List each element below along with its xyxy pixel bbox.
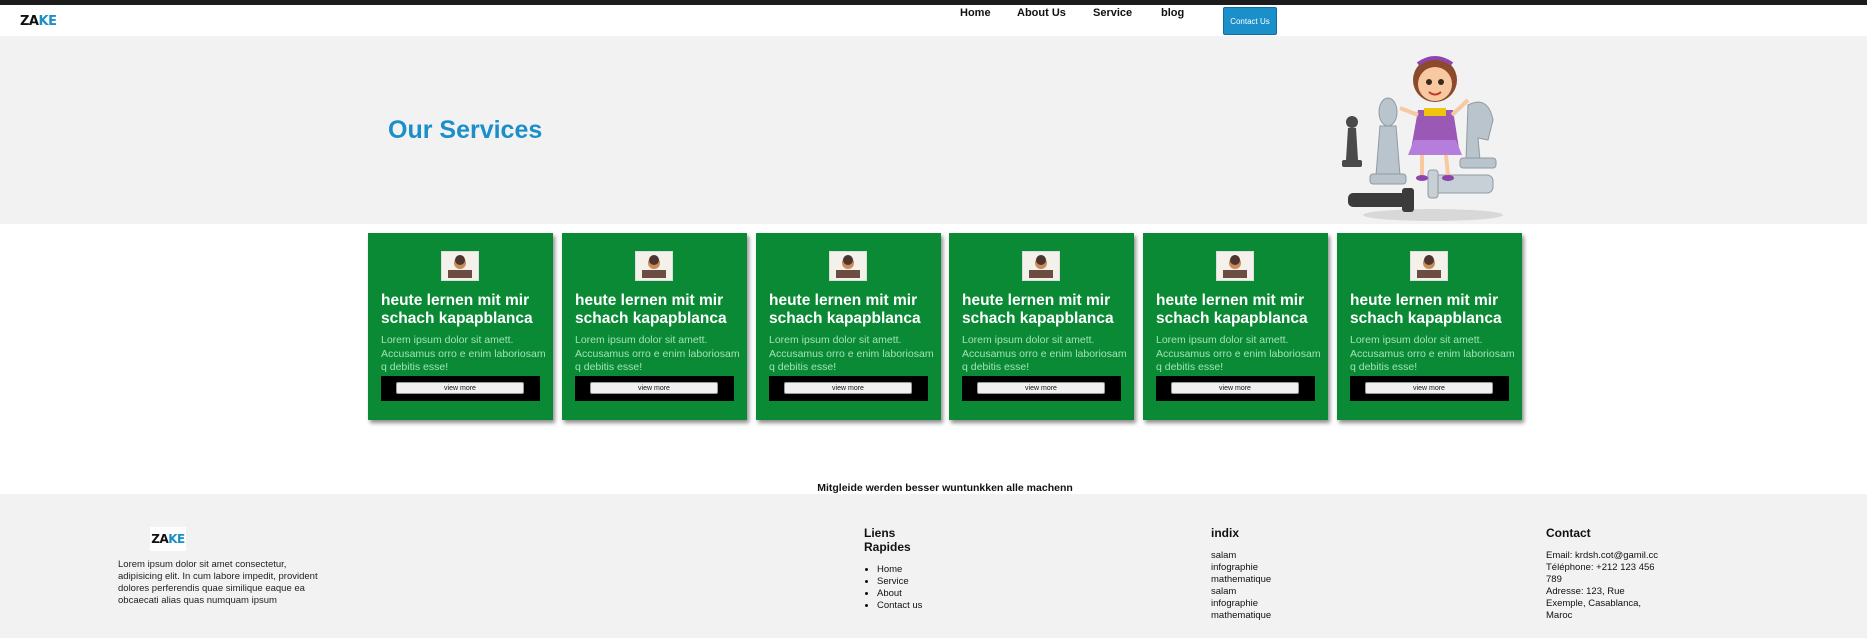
- fallen-rook-piece: [1348, 188, 1414, 212]
- service-card: heute lernen mit mir schach kapapblanca …: [1143, 233, 1328, 420]
- nav-home[interactable]: Home: [960, 7, 991, 19]
- card-button-bar: view more: [962, 376, 1121, 401]
- card-title: heute lernen mit mir schach kapapblanca: [962, 292, 1114, 327]
- card-text: Lorem ipsum dolor sit amett. Accusamus o…: [381, 334, 546, 373]
- card-button-bar: view more: [575, 376, 734, 401]
- card-thumbnail-image: [1022, 251, 1060, 281]
- fallen-king-piece: [1427, 169, 1494, 199]
- view-more-button[interactable]: view more: [1171, 382, 1299, 394]
- card-thumbnail-image: [441, 251, 479, 281]
- card-text: Lorem ipsum dolor sit amett. Accusamus o…: [1156, 334, 1321, 373]
- footer-about-text: Lorem ipsum dolor sit amet consectetur, …: [118, 559, 318, 606]
- girl-chess-illustration: [1342, 56, 1503, 221]
- footer-index-item[interactable]: salam: [1211, 550, 1271, 562]
- footer-contact-address: Adresse: 123, Rue Exemple, Casablanca, M…: [1546, 586, 1642, 621]
- card-text: Lorem ipsum dolor sit amett. Accusamus o…: [575, 334, 740, 373]
- service-card: heute lernen mit mir schach kapapblanca …: [756, 233, 941, 420]
- hero-section: Our Services: [0, 36, 1867, 224]
- card-text: Lorem ipsum dolor sit amett. Accusamus o…: [769, 334, 934, 373]
- footer-quick-links: Liens Rapides Home Service About Contact…: [864, 526, 924, 612]
- footer-index-item[interactable]: infographie: [1211, 562, 1271, 574]
- bishop-piece: [1369, 97, 1407, 185]
- footer-contact-phone: Téléphone: +212 123 456 789: [1546, 562, 1655, 585]
- service-card: heute lernen mit mir schach kapapblanca …: [1337, 233, 1522, 420]
- nav-blog[interactable]: blog: [1161, 7, 1184, 19]
- card-thumbnail-image: [635, 251, 673, 281]
- card-title: heute lernen mit mir schach kapapblanca: [381, 292, 533, 327]
- view-more-button[interactable]: view more: [396, 382, 524, 394]
- card-title: heute lernen mit mir schach kapapblanca: [1156, 292, 1308, 327]
- site-header: ZAKE Home About Us Service blog Contact …: [0, 5, 1867, 36]
- view-more-button[interactable]: view more: [784, 382, 912, 394]
- knight-piece: [1459, 101, 1497, 169]
- card-title: heute lernen mit mir schach kapapblanca: [575, 292, 727, 327]
- logo-text-right: KE: [38, 14, 57, 29]
- contact-us-button[interactable]: Contact Us: [1223, 7, 1277, 35]
- nav-about-us[interactable]: About Us: [1017, 7, 1066, 19]
- footer-index: indix salam infographie mathematique sal…: [1211, 526, 1271, 622]
- card-thumbnail-image: [1410, 251, 1448, 281]
- card-button-bar: view more: [769, 376, 928, 401]
- view-more-button[interactable]: view more: [977, 382, 1105, 394]
- service-card: heute lernen mit mir schach kapapblanca …: [949, 233, 1134, 420]
- nav-service[interactable]: Service: [1093, 7, 1132, 19]
- footer-contact-email: Email: krdsh.cot@gamil.cc: [1546, 550, 1659, 561]
- footer-index-title: indix: [1211, 526, 1240, 540]
- card-button-bar: view more: [1350, 376, 1509, 401]
- logo-text-left: ZA: [20, 14, 39, 29]
- footer-link-contact[interactable]: Contact us: [877, 600, 924, 612]
- footer-links-title: Liens Rapides: [864, 526, 911, 554]
- footer-logo-text-left: ZA: [151, 532, 169, 546]
- card-title: heute lernen mit mir schach kapapblanca: [769, 292, 921, 327]
- footer-link-about[interactable]: About: [877, 588, 924, 600]
- page-title: Our Services: [388, 116, 543, 144]
- girl-figure: [1399, 56, 1470, 181]
- footer-index-item[interactable]: mathematique: [1211, 610, 1271, 622]
- footer-contact-title: Contact: [1546, 526, 1591, 540]
- service-card: heute lernen mit mir schach kapapblanca …: [562, 233, 747, 420]
- footer-logo-text-right: KE: [168, 532, 185, 546]
- tagline: Mitgleide werden besser wuntunkken alle …: [817, 482, 1073, 494]
- footer-logo[interactable]: ZA KE: [150, 527, 186, 551]
- footer-index-item[interactable]: salam: [1211, 586, 1271, 598]
- logo[interactable]: ZAKE: [20, 14, 57, 29]
- card-title: heute lernen mit mir schach kapapblanca: [1350, 292, 1502, 327]
- card-thumbnail-image: [1216, 251, 1254, 281]
- pawn-piece: [1342, 116, 1362, 167]
- card-text: Lorem ipsum dolor sit amett. Accusamus o…: [1350, 334, 1515, 373]
- footer-link-service[interactable]: Service: [877, 576, 924, 588]
- service-card: heute lernen mit mir schach kapapblanca …: [368, 233, 553, 420]
- card-button-bar: view more: [1156, 376, 1315, 401]
- view-more-button[interactable]: view more: [1365, 382, 1493, 394]
- footer-index-item[interactable]: mathematique: [1211, 574, 1271, 586]
- footer-index-item[interactable]: infographie: [1211, 598, 1271, 610]
- card-button-bar: view more: [381, 376, 540, 401]
- view-more-button[interactable]: view more: [590, 382, 718, 394]
- site-footer: ZA KE Lorem ipsum dolor sit amet consecte…: [0, 494, 1867, 638]
- card-text: Lorem ipsum dolor sit amett. Accusamus o…: [962, 334, 1127, 373]
- card-thumbnail-image: [829, 251, 867, 281]
- footer-link-home[interactable]: Home: [877, 564, 924, 576]
- footer-contact: Contact Email: krdsh.cot@gamil.cc Téléph…: [1546, 526, 1666, 622]
